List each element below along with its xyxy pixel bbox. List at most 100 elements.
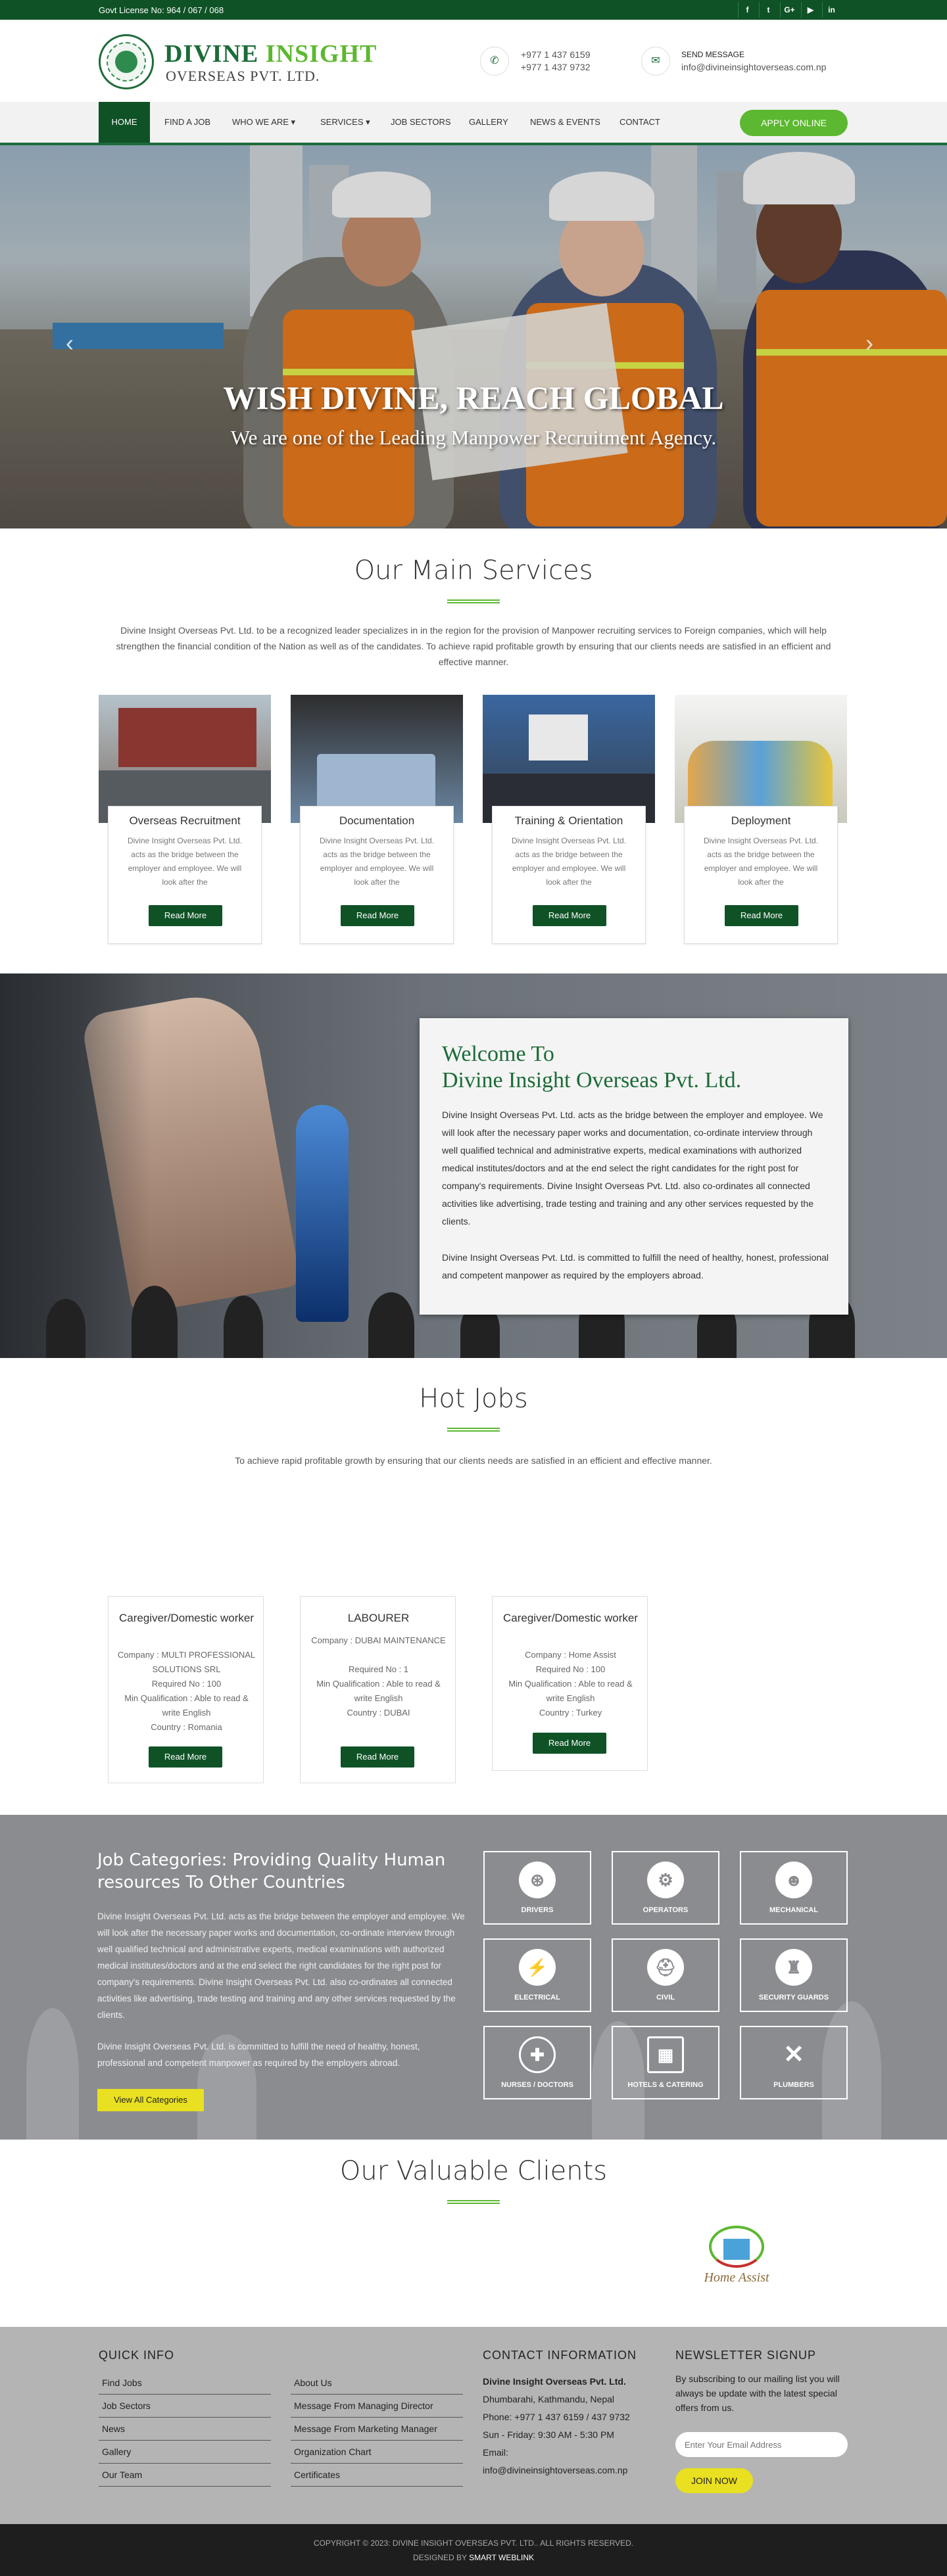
brand-word-1: DIVINE	[164, 40, 259, 68]
job-required: Required No : 1	[348, 1664, 409, 1674]
service-read-more-button[interactable]: Read More	[725, 905, 798, 926]
category-operators[interactable]: ⚙ OPERATORS	[612, 1851, 719, 1925]
facebook-icon[interactable]: f	[738, 2, 756, 18]
job-required: Required No : 100	[151, 1679, 222, 1689]
contact-heading: CONTACT INFORMATION	[483, 2349, 637, 2362]
blue-figure-shape	[296, 1105, 349, 1322]
heading-separator	[447, 2200, 500, 2204]
newsletter-email-input[interactable]	[675, 2432, 848, 2457]
client-logo-text: Home Assist	[704, 2270, 769, 2285]
service-card-desc: Divine Insight Overseas Pvt. Ltd. acts a…	[511, 836, 627, 887]
hotel-icon: ▦	[647, 2036, 684, 2073]
footer-link-our-team[interactable]: Our Team	[99, 2464, 271, 2487]
nav-services[interactable]: SERVICES ▾	[308, 102, 382, 143]
electrician-icon: ⚡	[519, 1949, 556, 1986]
footer-link-job-sectors[interactable]: Job Sectors	[99, 2395, 271, 2418]
service-image-deployment	[675, 695, 847, 823]
nav-job-sectors[interactable]: JOB SECTORS	[379, 102, 463, 143]
category-label: NURSES / DOCTORS	[501, 2081, 573, 2089]
category-security-guards[interactable]: ♜ SECURITY GUARDS	[740, 1938, 848, 2012]
whiteboard-shape	[529, 714, 588, 761]
brand-name[interactable]: DIVINE INSIGHT	[164, 39, 377, 68]
footer-link-news[interactable]: News	[99, 2418, 271, 2441]
hero-subtitle: We are one of the Leading Manpower Recru…	[230, 426, 717, 449]
designed-by-label: DESIGNED BY	[412, 2553, 467, 2562]
client-logo-home-assist[interactable]: Home Assist	[691, 2222, 783, 2294]
medical-cross-icon: ✚	[519, 2036, 556, 2073]
service-card-title: Training & Orientation	[514, 814, 623, 827]
footer-address: Dhumbarahi, Kathmandu, Nepal	[483, 2394, 615, 2404]
welcome-paragraph-1: Divine Insight Overseas Pvt. Ltd. acts a…	[442, 1110, 823, 1227]
footer-link-find-jobs[interactable]: Find Jobs	[99, 2372, 271, 2395]
youtube-icon[interactable]: ▶	[801, 2, 819, 18]
category-mechanical[interactable]: ☻ MECHANICAL	[740, 1851, 848, 1925]
job-read-more-button[interactable]: Read More	[149, 1746, 222, 1768]
send-message-label: SEND MESSAGE	[681, 50, 745, 59]
slider-next-icon[interactable]: ›	[865, 329, 873, 357]
header-email[interactable]: info@divineinsightoverseas.com.np	[681, 61, 826, 74]
view-all-categories-button[interactable]: View All Categories	[97, 2089, 204, 2111]
phone-1[interactable]: +977 1 437 6159	[521, 49, 591, 61]
service-card-title: Documentation	[339, 814, 415, 827]
silhouette-shape	[46, 1299, 85, 1358]
services-intro: Divine Insight Overseas Pvt. Ltd. to be …	[116, 625, 831, 667]
silhouette-shape	[224, 1296, 263, 1358]
nav-contact[interactable]: CONTACT	[608, 102, 672, 143]
nav-who-we-are[interactable]: WHO WE ARE ▾	[220, 102, 307, 143]
footer-link-gallery[interactable]: Gallery	[99, 2441, 271, 2464]
twitter-icon[interactable]: t	[759, 2, 777, 18]
phone-2[interactable]: +977 1 437 9732	[521, 61, 591, 74]
category-plumbers[interactable]: ✕ PLUMBERS	[740, 2026, 848, 2099]
category-label: MECHANICAL	[769, 1906, 818, 1914]
hero-title: WISH DIVINE, REACH GLOBAL	[223, 379, 724, 416]
footer-link-about-us[interactable]: About Us	[291, 2372, 463, 2395]
category-drivers[interactable]: ⊛ DRIVERS	[483, 1851, 591, 1925]
copyright-bar: COPYRIGHT © 2023: DIVINE INSIGHT OVERSEA…	[0, 2524, 947, 2576]
apply-online-button[interactable]: APPLY ONLINE	[740, 110, 848, 136]
nav-find-a-job[interactable]: FIND A JOB	[153, 102, 222, 143]
copyright-text: COPYRIGHT © 2023: DIVINE INSIGHT OVERSEA…	[313, 2539, 634, 2548]
footer-company: Divine Insight Overseas Pvt. Ltd.	[483, 2376, 626, 2387]
nav-gallery[interactable]: GALLERY	[457, 102, 520, 143]
service-read-more-button[interactable]: Read More	[533, 905, 606, 926]
job-title: Caregiver/Domestic worker	[119, 1612, 254, 1624]
welcome-paragraph-2: Divine Insight Overseas Pvt. Ltd. is com…	[442, 1252, 829, 1280]
category-electrical[interactable]: ⚡ ELECTRICAL	[483, 1938, 591, 2012]
category-label: OPERATORS	[643, 1906, 689, 1914]
footer-link-org-chart[interactable]: Organization Chart	[291, 2441, 463, 2464]
service-card-4: Deployment Divine Insight Overseas Pvt. …	[684, 806, 838, 944]
categories-paragraph-2: Divine Insight Overseas Pvt. Ltd. is com…	[97, 2042, 420, 2068]
service-read-more-button[interactable]: Read More	[341, 905, 414, 926]
category-hotels-catering[interactable]: ▦ HOTELS & CATERING	[612, 2026, 719, 2099]
linkedin-icon[interactable]: in	[822, 2, 840, 18]
job-title: LABOURER	[347, 1612, 410, 1624]
steering-icon: ⊛	[519, 1862, 556, 1898]
hero-slider[interactable]: ‹ › WISH DIVINE, REACH GLOBAL We are one…	[0, 145, 947, 528]
slider-prev-icon[interactable]: ‹	[66, 329, 74, 357]
job-company: Company : DUBAI MAINTENANCE	[311, 1635, 446, 1645]
job-read-more-button[interactable]: Read More	[341, 1746, 414, 1768]
join-now-button[interactable]: JOIN NOW	[675, 2468, 753, 2493]
nav-news-events[interactable]: NEWS & EVENTS	[518, 102, 612, 143]
category-nurses-doctors[interactable]: ✚ NURSES / DOCTORS	[483, 2026, 591, 2099]
welcome-title-line2: Divine Insight Overseas Pvt. Ltd.	[442, 1068, 742, 1092]
license-text: Govt License No: 964 / 067 / 068	[99, 5, 224, 15]
storefront-shape	[118, 708, 256, 767]
logo-emblem-icon[interactable]	[99, 34, 154, 89]
footer-email[interactable]: info@divineinsightoverseas.com.np	[483, 2462, 627, 2479]
designer-link[interactable]: SMART WEBLINK	[469, 2553, 534, 2562]
footer-link-md-message[interactable]: Message From Managing Director	[291, 2395, 463, 2418]
service-read-more-button[interactable]: Read More	[149, 905, 222, 926]
category-label: PLUMBERS	[773, 2081, 814, 2089]
google-plus-icon[interactable]: G+	[780, 2, 798, 18]
footer-link-certificates[interactable]: Certificates	[291, 2464, 463, 2487]
nav-home[interactable]: HOME	[99, 102, 150, 143]
service-image-training	[483, 695, 655, 823]
service-image-recruitment	[99, 695, 271, 823]
footer-phone: Phone: +977 1 437 6159 / 437 9732	[483, 2412, 630, 2422]
category-civil[interactable]: ⛑ CIVIL	[612, 1938, 719, 2012]
footer-link-mm-message[interactable]: Message From Marketing Manager	[291, 2418, 463, 2441]
job-read-more-button[interactable]: Read More	[533, 1733, 606, 1754]
services-heading: Our Main Services	[354, 555, 593, 586]
categories-paragraph-1: Divine Insight Overseas Pvt. Ltd. acts a…	[97, 1911, 465, 2020]
